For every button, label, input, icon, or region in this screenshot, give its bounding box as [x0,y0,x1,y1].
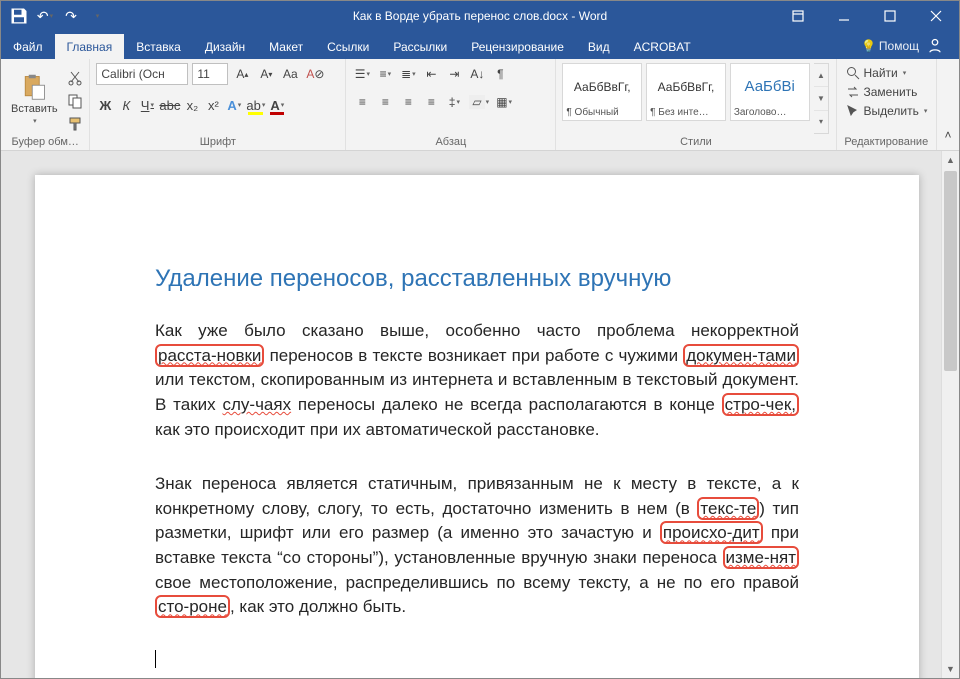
style-gallery-nav: ▲ ▼ ▾ [814,63,830,134]
strike-button[interactable]: abc [159,95,180,115]
styles-more[interactable]: ▾ [814,111,829,133]
styles-up[interactable]: ▲ [814,64,829,87]
vertical-scrollbar: ▲ ▼ [941,151,959,678]
align-center-button[interactable]: ≡ [375,91,395,113]
bulb-icon: 💡 [861,39,876,53]
doc-heading[interactable]: Удаление переносов, расставленных вручну… [155,265,799,293]
find-button[interactable]: Найти▾ [843,65,931,81]
ribbon-tabs: Файл Главная Вставка Дизайн Макет Ссылки… [1,31,959,59]
hyphen-mark: стро-чек, [722,393,799,416]
scroll-down-button[interactable]: ▼ [942,660,959,678]
paste-button[interactable]: Вставить ▾ [7,63,62,134]
tab-view[interactable]: Вид [576,34,622,59]
tab-review[interactable]: Рецензирование [459,34,576,59]
ribbon-options-button[interactable] [775,1,821,31]
hyphen-mark: происхо-дит [660,521,763,544]
format-painter-button[interactable] [66,115,84,133]
styles-down[interactable]: ▼ [814,87,829,110]
increase-indent-button[interactable]: ⇥ [444,63,464,85]
grow-font-button[interactable]: A▴ [232,63,252,85]
maximize-button[interactable] [867,1,913,31]
share-button[interactable] [925,36,945,56]
collapse-ribbon-button[interactable]: ˄ [938,124,958,146]
text-effects-button[interactable]: A▾ [225,95,243,115]
group-paragraph: ☰▾ ≡▾ ≣▾ ⇤ ⇥ A↓ ¶ ≡ ≡ ≡ ≡ ‡▾ ▱▾ ▦▾ Абзац [346,59,556,150]
sort-button[interactable]: A↓ [467,63,487,85]
tab-acrobat[interactable]: ACROBAT [622,34,703,59]
scroll-thumb[interactable] [944,171,957,371]
bullets-button[interactable]: ☰▾ [352,63,372,85]
hyphen-mark: изме-нят [723,546,799,569]
show-marks-button[interactable]: ¶ [490,63,510,85]
hyphen-mark: текс-те [697,497,759,520]
clear-format-button[interactable]: A⊘ [304,63,326,85]
undo-button[interactable]: ↶▾ [35,6,55,26]
select-button[interactable]: Выделить▾ [843,103,931,119]
underline-button[interactable]: Ч▾ [138,95,156,115]
numbering-button[interactable]: ≡▾ [375,63,395,85]
tab-home[interactable]: Главная [55,34,125,59]
borders-button[interactable]: ▦▾ [494,91,514,113]
replace-button[interactable]: Заменить [843,84,931,100]
qat-customize[interactable]: ▾ [87,6,107,26]
font-color-button[interactable]: A▾ [268,95,286,115]
copy-button[interactable] [66,92,84,110]
group-editing: Найти▾ Заменить Выделить▾ Редактирование [837,59,938,150]
tell-me[interactable]: 💡 Помощ [861,39,919,53]
style-normal[interactable]: АаБбВвГг, ¶ Обычный [562,63,642,121]
style-heading1[interactable]: АаБбВі Заголово… [730,63,810,121]
group-font: Calibri (Осн 11 A▴ A▾ Aa A⊘ Ж К Ч▾ abc x… [90,59,346,150]
font-name-combo[interactable]: Calibri (Осн [96,63,188,85]
tab-mailings[interactable]: Рассылки [381,34,459,59]
quick-access-toolbar: ↶▾ ↷ ▾ [1,6,107,26]
hyphen-mark: докумен-тами [683,344,799,367]
subscript-button[interactable]: x₂ [183,95,201,115]
minimize-button[interactable] [821,1,867,31]
shrink-font-button[interactable]: A▾ [256,63,276,85]
change-case-button[interactable]: Aa [280,63,300,85]
tab-references[interactable]: Ссылки [315,34,381,59]
superscript-button[interactable]: x² [204,95,222,115]
decrease-indent-button[interactable]: ⇤ [421,63,441,85]
redo-button[interactable]: ↷ [61,6,81,26]
group-styles: АаБбВвГг, ¶ Обычный АаБбВвГг, ¶ Без инте… [556,59,836,150]
align-right-button[interactable]: ≡ [398,91,418,113]
window-buttons [775,1,959,31]
cut-button[interactable] [66,69,84,87]
italic-button[interactable]: К [117,95,135,115]
doc-paragraph-2[interactable]: Знак переноса является статичным, привяз… [155,472,799,620]
tab-layout[interactable]: Макет [257,34,315,59]
justify-button[interactable]: ≡ [421,91,441,113]
group-clipboard: Вставить ▾ Буфер обм… [1,59,90,150]
hyphen-mark: сто-роне [155,595,230,618]
tab-design[interactable]: Дизайн [193,34,257,59]
multilevel-button[interactable]: ≣▾ [398,63,418,85]
bold-button[interactable]: Ж [96,95,114,115]
window-title: Как в Ворде убрать перенос слов.docx - W… [353,9,607,23]
scroll-up-button[interactable]: ▲ [942,151,959,169]
tab-insert[interactable]: Вставка [124,34,193,59]
font-size-combo[interactable]: 11 [192,63,228,85]
close-button[interactable] [913,1,959,31]
save-button[interactable] [9,6,29,26]
document-viewport: Удаление переносов, расставленных вручну… [1,151,959,678]
align-left-button[interactable]: ≡ [352,91,372,113]
document-page[interactable]: Удаление переносов, расставленных вручну… [35,175,919,678]
shading-button[interactable]: ▱▾ [467,91,491,113]
text-cursor [155,650,799,669]
doc-paragraph-1[interactable]: Как уже было сказано выше, особенно част… [155,319,799,442]
title-bar: ↶▾ ↷ ▾ Как в Ворде убрать перенос слов.d… [1,1,959,31]
ribbon: Вставить ▾ Буфер обм… Calibri (Осн 11 A▴… [1,59,959,151]
hyphen-mark: расста-новки [155,344,264,367]
style-nospacing[interactable]: АаБбВвГг, ¶ Без инте… [646,63,726,121]
highlight-button[interactable]: ab▾ [246,95,265,115]
tab-file[interactable]: Файл [1,34,55,59]
line-spacing-button[interactable]: ‡▾ [444,91,464,113]
